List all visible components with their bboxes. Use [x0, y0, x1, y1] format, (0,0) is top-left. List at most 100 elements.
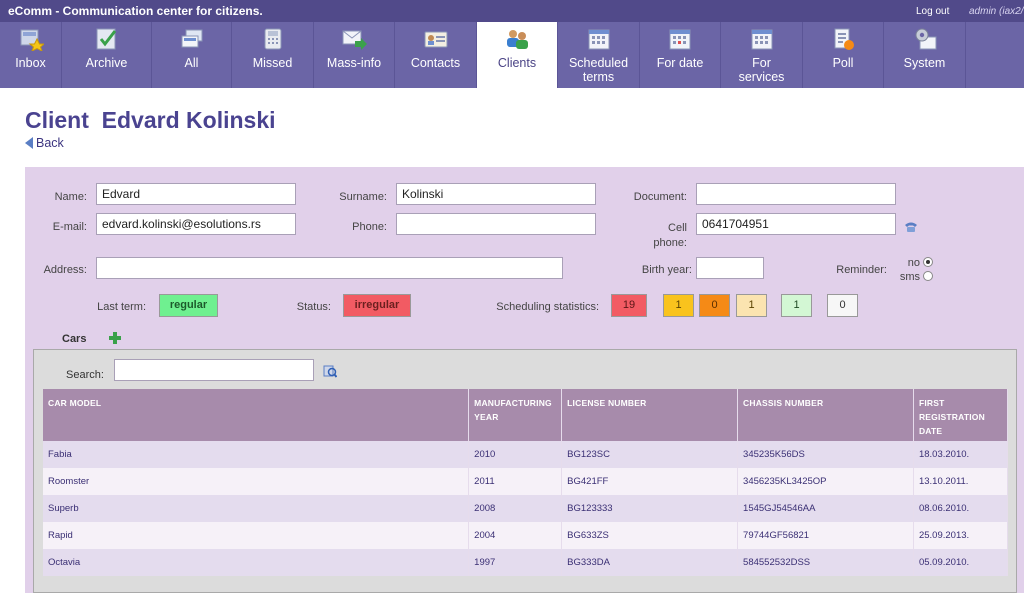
table-row[interactable]: Roomster 2011 BG421FF 3456235KL3425OP 13… [43, 468, 1009, 495]
nav-poll[interactable]: Poll [803, 22, 884, 88]
cell-car-model: Rapid [43, 522, 470, 549]
nav-label: Missed [252, 56, 293, 70]
nav-label: Mass-info [326, 56, 382, 70]
surname-label: Surname: [339, 191, 387, 203]
cell-car-model: Octavia [43, 549, 470, 576]
search-refresh-icon[interactable] [323, 364, 337, 378]
cell-license: BG633ZS [561, 522, 739, 549]
email-field[interactable] [96, 213, 296, 235]
app-title: eComm - Communication center for citizen… [8, 4, 263, 18]
cell-chassis: 3456235KL3425OP [737, 468, 914, 495]
nav-for-date[interactable]: For date [640, 22, 721, 88]
status-label: Status: [296, 301, 331, 313]
birth-year-field[interactable] [696, 257, 764, 279]
reminder-label: Reminder: [836, 264, 887, 276]
cell-phone-label: Cell phone: [605, 221, 687, 251]
nav-scheduled-terms[interactable]: Scheduled terms [558, 22, 640, 88]
nav-system[interactable]: System [884, 22, 966, 88]
nav-label: Poll [832, 56, 854, 70]
archive-icon [96, 28, 116, 50]
cell-license: BG123SC [561, 441, 739, 468]
nav-archive[interactable]: Archive [62, 22, 152, 88]
status-badge: irregular [343, 294, 411, 317]
name-field[interactable] [96, 183, 296, 205]
email-label: E-mail: [52, 221, 87, 233]
nav-clients[interactable]: Clients [477, 22, 558, 88]
nav-for-services[interactable]: For services [721, 22, 803, 88]
nav-missed[interactable]: Missed [232, 22, 314, 88]
cell-registration-date: 18.03.2010. [913, 441, 1009, 468]
cell-phone-field[interactable] [696, 213, 896, 235]
inbox-icon [20, 29, 44, 51]
contacts-card-icon [424, 31, 447, 48]
cell-year: 2004 [468, 522, 563, 549]
logout-link[interactable]: Log out [916, 6, 949, 17]
nav-label: Clients [497, 56, 537, 70]
missed-phone-icon [264, 28, 281, 50]
reminder-no-option[interactable]: no [896, 257, 933, 269]
calendar-services-icon [751, 29, 772, 50]
calendar-icon [588, 29, 609, 50]
scheduling-statistics-label: Scheduling statistics: [496, 301, 599, 313]
reminder-sms-option[interactable]: sms [896, 271, 933, 283]
column-header-car-model[interactable]: Car model [43, 389, 470, 441]
cars-heading: Cars [62, 333, 87, 345]
nav-label: System [903, 56, 946, 70]
back-label: Back [36, 136, 64, 150]
nav-mass-info[interactable]: Mass-info [314, 22, 395, 88]
nav-inbox[interactable]: Inbox [0, 22, 62, 88]
cell-registration-date: 13.10.2011. [913, 468, 1009, 495]
table-row[interactable]: Superb 2008 BG123333 1545GJ54546AA 08.06… [43, 495, 1009, 522]
nav-all[interactable]: All [152, 22, 232, 88]
cars-search-input[interactable] [114, 359, 314, 381]
cell-chassis: 79744GF56821 [737, 522, 914, 549]
page-title: Client Edvard Kolinski [25, 107, 276, 133]
table-row[interactable]: Rapid 2004 BG633ZS 79744GF56821 25.09.20… [43, 522, 1009, 549]
cell-license: BG421FF [561, 468, 739, 495]
cell-registration-date: 08.06.2010. [913, 495, 1009, 522]
cell-chassis: 345235K56DS [737, 441, 914, 468]
last-term-label: Last term: [97, 301, 146, 313]
reminder-no-radio[interactable] [923, 257, 933, 267]
column-header-manufacturing-year[interactable]: Manufacturing year [468, 389, 563, 441]
nav-label: Inbox [15, 56, 46, 70]
cars-table: Car model Manufacturing year License num… [43, 389, 1009, 576]
cell-chassis: 1545GJ54546AA [737, 495, 914, 522]
phone-icon[interactable] [904, 221, 918, 233]
last-term-badge: regular [159, 294, 218, 317]
cell-year: 2010 [468, 441, 563, 468]
stat-count-0-white: 0 [827, 294, 858, 317]
surname-field[interactable] [396, 183, 596, 205]
phone-label: Phone: [352, 221, 387, 233]
top-bar: eComm - Communication center for citizen… [0, 0, 1024, 22]
add-car-plus-icon[interactable] [109, 332, 121, 344]
back-link[interactable]: Back [25, 136, 64, 150]
column-header-license-number[interactable]: License number [561, 389, 739, 441]
column-header-first-registration-date[interactable]: First registration date [913, 389, 1009, 441]
document-label: Document: [633, 191, 687, 203]
phone-field[interactable] [396, 213, 596, 235]
cell-registration-date: 05.09.2010. [913, 549, 1009, 576]
calendar-date-icon [669, 29, 691, 50]
nav-label: Archive [85, 56, 128, 70]
nav-label: Scheduled terms [568, 56, 629, 84]
system-gear-icon [915, 28, 936, 50]
table-row[interactable]: Fabia 2010 BG123SC 345235K56DS 18.03.201… [43, 441, 1009, 468]
name-label: Name: [54, 191, 87, 203]
nav-label: All [184, 56, 199, 70]
address-field[interactable] [96, 257, 563, 279]
nav-contacts[interactable]: Contacts [395, 22, 477, 88]
search-label: Search: [66, 369, 104, 381]
table-row[interactable]: Octavia 1997 BG333DA 584552532DSS 05.09.… [43, 549, 1009, 576]
client-panel: Name: Surname: Document: E-mail: Phone: … [25, 167, 1024, 593]
mass-info-icon [342, 30, 367, 50]
cell-car-model: Superb [43, 495, 470, 522]
cell-label-line2: phone: [653, 237, 687, 249]
stat-count-1-green: 1 [781, 294, 812, 317]
nav-label: For date [656, 56, 704, 70]
column-header-chassis-number[interactable]: Chassis number [737, 389, 914, 441]
document-field[interactable] [696, 183, 896, 205]
reminder-sms-radio[interactable] [923, 271, 933, 281]
stat-count-1-beige: 1 [736, 294, 767, 317]
cell-chassis: 584552532DSS [737, 549, 914, 576]
